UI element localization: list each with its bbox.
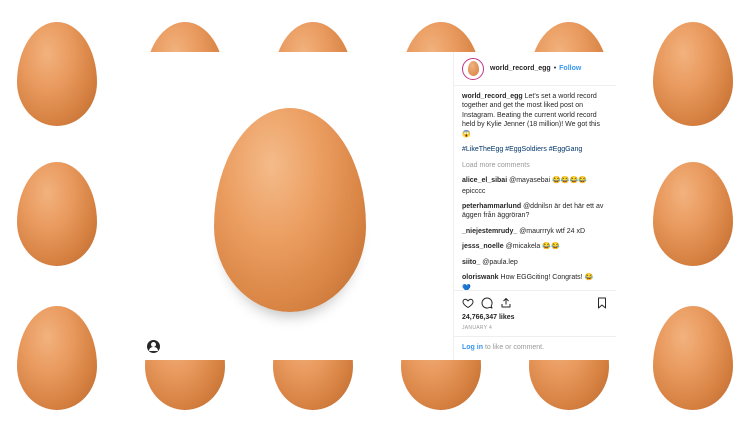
- comments-list[interactable]: world_record_egg Let's set a world recor…: [454, 86, 616, 294]
- comment-username[interactable]: oloriswank: [462, 274, 499, 281]
- main-egg-image: [214, 108, 366, 312]
- comment-username[interactable]: jesss_noelle: [462, 243, 504, 250]
- comment-item: oloriswank How EGGciting! Congrats! 😂: [462, 273, 608, 282]
- egg-image: [653, 22, 733, 126]
- comment-item: siito_ @paula.lep: [462, 258, 608, 267]
- egg-image: [17, 162, 97, 266]
- caption: world_record_egg Let's set a world recor…: [462, 92, 608, 139]
- egg-image: [653, 306, 733, 410]
- egg-image: [653, 162, 733, 266]
- egg-avatar-icon: [467, 61, 479, 76]
- add-comment-text: to like or comment.: [483, 344, 545, 351]
- egg-image: [17, 306, 97, 410]
- hashtags[interactable]: #LikeTheEgg #EggSoldiers #EggGang: [462, 145, 608, 154]
- comment-item: epicccc: [462, 187, 608, 196]
- comment-text: @paula.lep: [482, 258, 518, 266]
- heart-icon[interactable]: [462, 297, 474, 309]
- follow-button[interactable]: Follow: [559, 65, 581, 72]
- post-photo[interactable]: [139, 52, 453, 360]
- post-date: JANUARY 4: [462, 325, 493, 331]
- user-tag-icon[interactable]: [147, 340, 160, 353]
- comment-username[interactable]: _niejestemrudy_: [462, 228, 517, 235]
- bookmark-icon[interactable]: [596, 297, 608, 309]
- add-comment-bar: Log in to like or comment.: [454, 336, 616, 360]
- share-icon[interactable]: [500, 297, 512, 309]
- comment-text: How EGGciting! Congrats! 😂: [500, 274, 594, 282]
- comment-username[interactable]: siito_: [462, 259, 480, 266]
- comment-text: @mayasebai 😂😂😂😂: [509, 177, 587, 185]
- comment-icon[interactable]: [481, 297, 493, 309]
- post-header: world_record_egg • Follow: [454, 52, 616, 86]
- separator-dot: •: [553, 65, 557, 72]
- comment-item: jesss_noelle @micakela 😂😂: [462, 242, 608, 251]
- like-count[interactable]: 24,766,347 likes: [462, 314, 608, 321]
- comment-item: _niejestemrudy_ @maurrryk wtf 24 xD: [462, 227, 608, 236]
- avatar[interactable]: [462, 57, 484, 80]
- comment-item: alice_el_sibai @mayasebai 😂😂😂😂: [462, 176, 608, 185]
- load-more-comments[interactable]: Load more comments: [462, 161, 608, 170]
- comment-text: epicccc: [462, 187, 486, 195]
- egg-image: [17, 22, 97, 126]
- username-link[interactable]: world_record_egg: [490, 65, 551, 72]
- comment-username[interactable]: alice_el_sibai: [462, 177, 507, 184]
- egg-background-collage: world_record_egg • Follow world_record_e…: [0, 0, 750, 430]
- caption-username[interactable]: world_record_egg: [462, 93, 523, 100]
- login-link[interactable]: Log in: [462, 344, 483, 351]
- comment-username[interactable]: peterhammarlund: [462, 203, 521, 210]
- comment-item: peterhammarlund @ddnilsn är det här ett …: [462, 202, 608, 221]
- comment-text: @maurrryk wtf 24 xD: [519, 227, 586, 235]
- comment-text: @micakela 😂😂: [505, 243, 560, 251]
- post-panel: world_record_egg • Follow world_record_e…: [453, 52, 616, 360]
- post-actions: 24,766,347 likes JANUARY 4: [454, 290, 616, 331]
